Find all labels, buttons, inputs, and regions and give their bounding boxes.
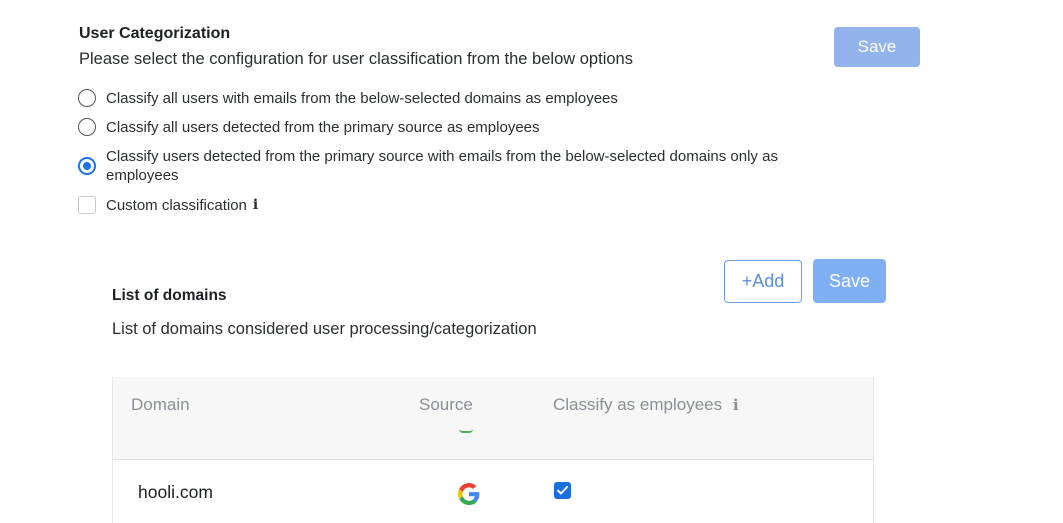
info-icon[interactable]: i bbox=[733, 396, 739, 414]
table-header: Domain Source Classify as employees i bbox=[113, 377, 873, 460]
option-label-line1: Classify users detected from the primary… bbox=[106, 148, 778, 165]
google-icon bbox=[458, 483, 480, 505]
header-source[interactable]: Source bbox=[419, 395, 473, 415]
option-primary-source-domains[interactable]: Classify users detected from the primary… bbox=[78, 147, 778, 185]
save-domains-button[interactable]: Save bbox=[813, 259, 886, 303]
option-label: Classify users detected from the primary… bbox=[106, 147, 778, 185]
option-domain-emails[interactable]: Classify all users with emails from the … bbox=[78, 89, 618, 108]
header-classify-label: Classify as employees bbox=[553, 395, 723, 414]
domains-title: List of domains bbox=[112, 287, 227, 304]
sort-indicator-icon bbox=[459, 429, 473, 433]
save-categorization-button[interactable]: Save bbox=[834, 27, 920, 67]
section-title: User Categorization bbox=[79, 25, 231, 42]
add-domain-button[interactable]: +Add bbox=[724, 260, 802, 303]
header-classify[interactable]: Classify as employees i bbox=[553, 395, 739, 415]
option-label: Classify all users detected from the pri… bbox=[106, 119, 540, 136]
radio-button[interactable] bbox=[78, 89, 96, 107]
domains-description: List of domains considered user processi… bbox=[112, 320, 537, 338]
radio-button-selected[interactable] bbox=[78, 157, 96, 175]
check-icon bbox=[557, 486, 568, 495]
option-label: Classify all users with emails from the … bbox=[106, 90, 618, 107]
info-icon[interactable]: i bbox=[253, 196, 258, 215]
domain-cell: hooli.com bbox=[138, 482, 213, 502]
radio-button[interactable] bbox=[78, 118, 96, 136]
domains-table: Domain Source Classify as employees i ho… bbox=[112, 377, 874, 523]
section-description: Please select the configuration for user… bbox=[79, 50, 633, 68]
option-label-line2: employees bbox=[106, 167, 179, 184]
classify-employee-checkbox[interactable] bbox=[554, 482, 571, 499]
table-row: hooli.com bbox=[113, 461, 873, 523]
option-primary-source[interactable]: Classify all users detected from the pri… bbox=[78, 118, 540, 137]
header-domain[interactable]: Domain bbox=[131, 395, 190, 415]
custom-classification[interactable]: Custom classification i bbox=[78, 196, 258, 215]
custom-classification-label: Custom classification bbox=[106, 197, 247, 214]
custom-classification-checkbox[interactable] bbox=[78, 196, 96, 214]
